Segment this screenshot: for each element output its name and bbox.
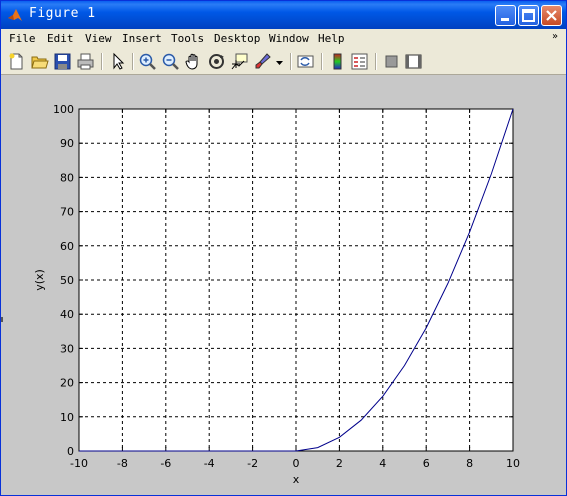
print-icon[interactable] — [76, 52, 95, 71]
pan-hand-icon[interactable] — [184, 52, 203, 71]
toolbar-separator — [101, 53, 103, 70]
menu-help[interactable]: Help — [318, 32, 345, 45]
figure-window: Figure 1 File Edit View Insert Tools Des… — [0, 0, 567, 496]
data-cursor-icon[interactable] — [230, 52, 249, 71]
edit-plot-arrow-icon[interactable] — [108, 52, 127, 71]
toolbar-separator — [132, 53, 134, 70]
title-bar[interactable]: Figure 1 — [1, 1, 566, 29]
plot-axes[interactable]: -10 -8 -6 -4 -2 0 2 4 6 8 100102030405060708090100… — [1, 75, 566, 495]
zoom-in-icon[interactable] — [138, 52, 157, 71]
open-file-icon[interactable] — [30, 52, 49, 71]
show-plot-tools-icon[interactable] — [404, 52, 423, 71]
maximize-button[interactable] — [518, 5, 539, 26]
menu-window[interactable]: Window — [269, 32, 309, 45]
close-button[interactable] — [541, 5, 562, 26]
legend-icon[interactable] — [350, 52, 369, 71]
figure-toolbar — [1, 49, 566, 75]
save-icon[interactable] — [53, 52, 72, 71]
x-tick-label: -10 — [70, 457, 88, 470]
x-tick-label: 2 — [336, 457, 343, 470]
y-axis-label: y(x) — [33, 269, 46, 291]
y-tick-label: 10 — [60, 411, 74, 424]
y-tick-label: 90 — [60, 137, 74, 150]
y-tick-label: 0 — [67, 445, 74, 458]
x-tick-label: 4 — [379, 457, 386, 470]
menu-view[interactable]: View — [85, 32, 112, 45]
y-tick-label: 60 — [60, 240, 74, 253]
window-title: Figure 1 — [29, 6, 96, 21]
toolbar-separator — [375, 53, 377, 70]
menu-insert[interactable]: Insert — [122, 32, 162, 45]
menu-overflow-icon[interactable]: » — [552, 31, 558, 42]
menu-bar: File Edit View Insert Tools Desktop Wind… — [1, 29, 566, 49]
link-plot-icon[interactable] — [296, 52, 315, 71]
y-tick-label: 70 — [60, 206, 74, 219]
menu-desktop[interactable]: Desktop — [214, 32, 260, 45]
hide-plot-tools-icon[interactable] — [382, 52, 401, 71]
y-tick-label: 30 — [60, 342, 74, 355]
x-tick-label: -6 — [160, 457, 171, 470]
x-tick-label: 6 — [423, 457, 430, 470]
menu-edit[interactable]: Edit — [47, 32, 74, 45]
menu-tools[interactable]: Tools — [171, 32, 204, 45]
y-tick-label: 40 — [60, 308, 74, 321]
minimize-button[interactable] — [495, 5, 516, 26]
maximize-icon — [522, 9, 535, 22]
y-tick-label: 50 — [60, 274, 74, 287]
brush-dropdown-icon[interactable] — [274, 52, 285, 71]
x-axis-label: x — [293, 473, 300, 486]
x-tick-label: 8 — [466, 457, 473, 470]
toolbar-separator — [290, 53, 292, 70]
colorbar-icon[interactable] — [328, 52, 347, 71]
x-tick-label: 0 — [293, 457, 300, 470]
minimize-icon — [501, 18, 509, 21]
close-icon — [546, 10, 557, 21]
toolbar-separator — [321, 53, 323, 70]
x-tick-label: -8 — [117, 457, 128, 470]
rotate-3d-icon[interactable] — [207, 52, 226, 71]
zoom-out-icon[interactable] — [161, 52, 180, 71]
x-tick-label: 10 — [506, 457, 520, 470]
y-tick-label: 80 — [60, 171, 74, 184]
x-tick-label: -2 — [247, 457, 258, 470]
new-figure-icon[interactable] — [7, 52, 26, 71]
brush-icon[interactable] — [253, 52, 272, 71]
y-tick-label: 100 — [53, 103, 74, 116]
x-tick-label: -4 — [204, 457, 215, 470]
matlab-logo-icon — [8, 9, 22, 21]
menu-file[interactable]: File — [9, 32, 36, 45]
y-tick-label: 20 — [60, 377, 74, 390]
